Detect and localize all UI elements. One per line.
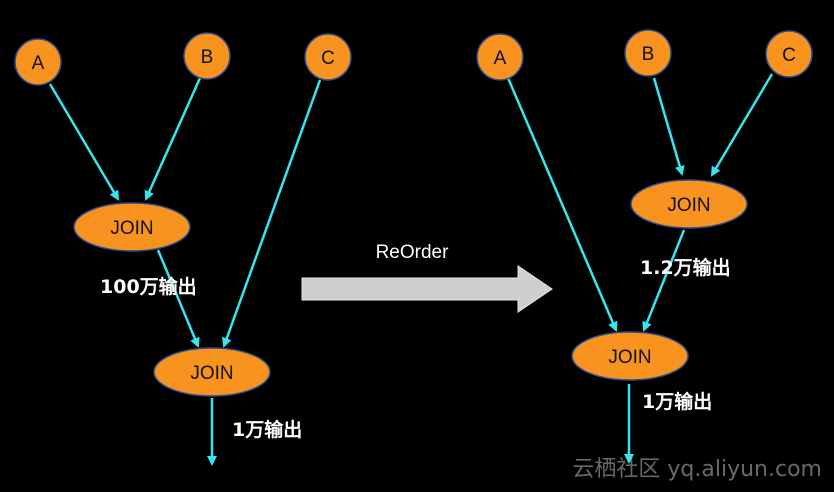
reorder-arrow xyxy=(301,265,553,313)
edge-left-join1-to-join2 xyxy=(156,249,200,348)
edge-right-c-to-join1 xyxy=(710,73,774,177)
right-node-join1-label: JOIN xyxy=(667,195,710,216)
left-node-join1-label: JOIN xyxy=(110,218,153,239)
left-node-b: B xyxy=(183,32,231,80)
left-join2-output-label: 1万输出 xyxy=(232,418,302,441)
left-tree-edges xyxy=(48,77,322,466)
right-join1-output-label: 1.2万输出 xyxy=(640,256,731,279)
left-node-join1: JOIN xyxy=(73,202,191,252)
left-node-a: A xyxy=(14,38,62,86)
edge-right-join1-to-join2 xyxy=(642,229,686,332)
right-node-join2-label: JOIN xyxy=(608,347,651,368)
left-node-a-label: A xyxy=(32,53,45,74)
edge-left-c-to-join2 xyxy=(222,79,322,348)
left-node-join2: JOIN xyxy=(153,347,271,397)
watermark: 云栖社区 yq.aliyun.com xyxy=(572,457,822,482)
left-node-c: C xyxy=(304,33,352,81)
reorder-diagram: A B C JOIN JOIN 100万输出 1万输出 ReOrder A B xyxy=(14,29,822,482)
left-join1-output-label: 100万输出 xyxy=(100,275,197,298)
edge-right-b-to-join1 xyxy=(652,77,685,176)
right-node-b-label: B xyxy=(642,44,655,65)
left-node-join2-label: JOIN xyxy=(190,363,233,384)
right-node-b: B xyxy=(624,29,672,77)
reorder-label: ReOrder xyxy=(376,242,450,263)
right-node-join1: JOIN xyxy=(630,179,748,229)
right-node-c: C xyxy=(765,30,813,78)
right-node-c-label: C xyxy=(782,45,796,66)
right-node-a-label: A xyxy=(494,48,507,69)
right-join2-output-label: 1万输出 xyxy=(642,390,712,413)
right-node-a: A xyxy=(476,33,524,81)
edge-left-b-to-join1 xyxy=(144,77,202,201)
left-node-c-label: C xyxy=(321,48,335,69)
right-node-join2: JOIN xyxy=(571,331,689,381)
left-node-b-label: B xyxy=(201,47,214,68)
edge-left-a-to-join1 xyxy=(48,83,120,201)
